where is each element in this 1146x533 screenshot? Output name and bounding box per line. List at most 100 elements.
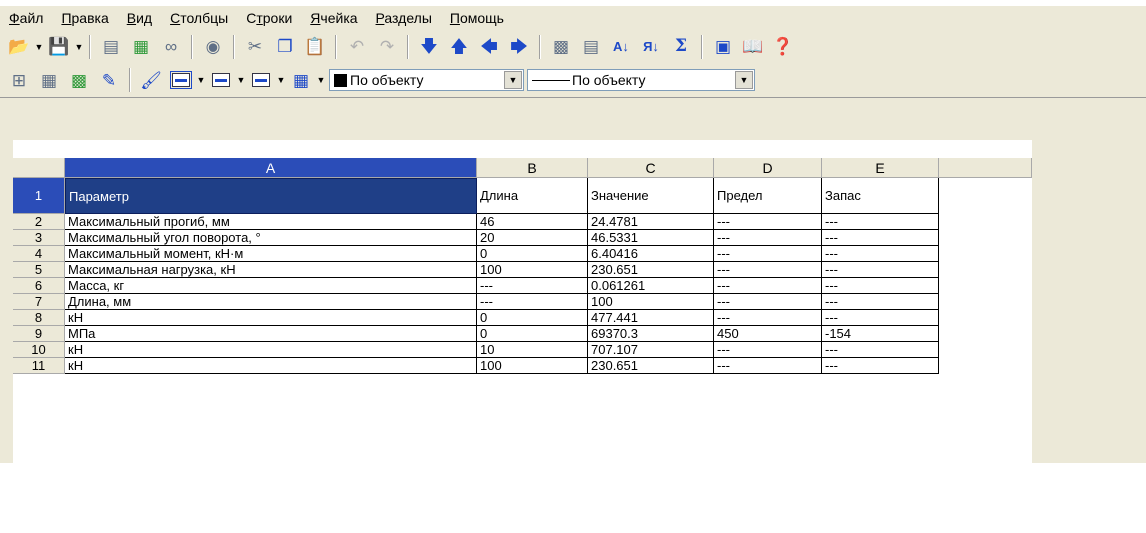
arrow-down-icon[interactable]: 🡇 <box>416 34 442 60</box>
table-cell[interactable]: --- <box>822 214 939 230</box>
table-cell[interactable]: --- <box>822 294 939 310</box>
properties-icon[interactable]: ▤ <box>98 34 124 60</box>
table-cell[interactable]: 0 <box>477 326 588 342</box>
table-cell[interactable]: 230.651 <box>588 358 714 374</box>
table-cell[interactable]: 20 <box>477 230 588 246</box>
menu-item[interactable]: Файл <box>0 10 52 26</box>
sort-descending-icon[interactable]: Я↓ <box>638 34 664 60</box>
table-cell[interactable]: --- <box>714 294 822 310</box>
row-header[interactable]: 11 <box>13 358 65 374</box>
row-header[interactable]: 10 <box>13 342 65 358</box>
table-cell[interactable]: 477.441 <box>588 310 714 326</box>
table-cell[interactable]: 100 <box>477 262 588 278</box>
row-header[interactable]: 6 <box>13 278 65 294</box>
table-cell[interactable]: --- <box>714 246 822 262</box>
row-header[interactable]: 1 <box>13 178 65 214</box>
paint-brush-icon[interactable]: 🖌 <box>138 67 164 93</box>
paste-icon[interactable]: 📋 <box>302 34 328 60</box>
chevron-down-icon[interactable]: ▼ <box>735 71 753 89</box>
table-cell[interactable]: --- <box>714 214 822 230</box>
table-cell[interactable]: 69370.3 <box>588 326 714 342</box>
book-icon[interactable]: 📖 <box>740 34 766 60</box>
table-cell[interactable]: --- <box>714 358 822 374</box>
chart-icon[interactable]: ▩ <box>548 34 574 60</box>
copy-icon[interactable]: ❐ <box>272 34 298 60</box>
line-style-icon[interactable] <box>208 67 234 93</box>
menu-item[interactable]: Правка <box>52 10 117 26</box>
table-cell[interactable]: Максимальный угол поворота, ° <box>65 230 477 246</box>
table-cell[interactable]: кН <box>65 310 477 326</box>
arrow-right-icon[interactable]: 🡆 <box>506 34 532 60</box>
table-cell[interactable]: --- <box>714 278 822 294</box>
menu-item[interactable]: Помощь <box>441 10 513 26</box>
table-cell[interactable]: --- <box>822 358 939 374</box>
table-cell[interactable]: --- <box>822 310 939 326</box>
eye-icon[interactable]: ◉ <box>200 34 226 60</box>
table-cell[interactable]: 230.651 <box>588 262 714 278</box>
table-cell[interactable]: --- <box>714 230 822 246</box>
table-cell[interactable]: Длина <box>477 178 588 214</box>
table-cell[interactable]: --- <box>822 230 939 246</box>
table-cell[interactable]: --- <box>714 310 822 326</box>
row-header[interactable]: 2 <box>13 214 65 230</box>
redo-icon[interactable]: ↷ <box>374 34 400 60</box>
table-cell[interactable]: --- <box>822 278 939 294</box>
arrow-left-icon[interactable]: 🡄 <box>476 34 502 60</box>
grid-icon[interactable]: ▦ <box>36 67 62 93</box>
table-cell[interactable]: 450 <box>714 326 822 342</box>
sum-icon[interactable]: Σ <box>668 34 694 60</box>
borders-icon[interactable]: ▦ <box>288 67 314 93</box>
chevron-down-icon[interactable]: ▼ <box>236 75 246 85</box>
menu-item[interactable]: Ячейка <box>301 10 366 26</box>
table-cell[interactable]: 0 <box>477 310 588 326</box>
chevron-down-icon[interactable]: ▼ <box>34 42 44 52</box>
table-cell[interactable]: кН <box>65 358 477 374</box>
row-header[interactable]: 4 <box>13 246 65 262</box>
table-cell[interactable]: Предел <box>714 178 822 214</box>
open-folder-icon[interactable]: 📂 <box>6 34 32 60</box>
table-cell[interactable]: Значение <box>588 178 714 214</box>
column-header[interactable]: D <box>714 158 822 178</box>
table-cell[interactable]: 46.5331 <box>588 230 714 246</box>
table-cell[interactable]: кН <box>65 342 477 358</box>
table-cell[interactable]: 10 <box>477 342 588 358</box>
table-cell[interactable]: --- <box>822 262 939 278</box>
edit-table-icon[interactable]: ✎ <box>96 67 122 93</box>
calculator-icon[interactable]: ▣ <box>710 34 736 60</box>
menu-item[interactable]: Строки <box>237 10 301 26</box>
table-cell[interactable]: Запас <box>822 178 939 214</box>
table-cell[interactable]: Максимальная нагрузка, кН <box>65 262 477 278</box>
table-icon[interactable]: ▦ <box>128 34 154 60</box>
table-cell[interactable]: Длина, мм <box>65 294 477 310</box>
table-cell[interactable]: --- <box>477 278 588 294</box>
table-cell[interactable]: Параметр <box>65 178 477 214</box>
table-cell[interactable]: --- <box>822 246 939 262</box>
table-cell[interactable]: --- <box>714 262 822 278</box>
column-header[interactable]: C <box>588 158 714 178</box>
table-cell[interactable]: Максимальный прогиб, мм <box>65 214 477 230</box>
row-header[interactable]: 3 <box>13 230 65 246</box>
column-header[interactable]: A <box>65 158 477 178</box>
table-cell[interactable]: 0 <box>477 246 588 262</box>
table-cell[interactable]: МПа <box>65 326 477 342</box>
menu-item[interactable]: Вид <box>118 10 161 26</box>
column-header[interactable]: B <box>477 158 588 178</box>
row-header[interactable]: 8 <box>13 310 65 326</box>
merge-cells-icon[interactable]: ⊞ <box>6 67 32 93</box>
table-cell[interactable]: 24.4781 <box>588 214 714 230</box>
fill-style-icon[interactable] <box>168 67 194 93</box>
table-cell[interactable]: --- <box>822 342 939 358</box>
table-cell[interactable]: 100 <box>477 358 588 374</box>
row-header[interactable]: 7 <box>13 294 65 310</box>
chevron-down-icon[interactable]: ▼ <box>316 75 326 85</box>
help-icon[interactable]: ❓ <box>770 34 796 60</box>
chevron-down-icon[interactable]: ▼ <box>276 75 286 85</box>
table-cell[interactable]: 100 <box>588 294 714 310</box>
table-cell[interactable]: 46 <box>477 214 588 230</box>
row-header[interactable]: 9 <box>13 326 65 342</box>
table-format-icon[interactable]: ▩ <box>66 67 92 93</box>
column-header[interactable]: E <box>822 158 939 178</box>
arrow-up-icon[interactable]: 🡅 <box>446 34 472 60</box>
chevron-down-icon[interactable]: ▼ <box>74 42 84 52</box>
undo-icon[interactable]: ↶ <box>344 34 370 60</box>
